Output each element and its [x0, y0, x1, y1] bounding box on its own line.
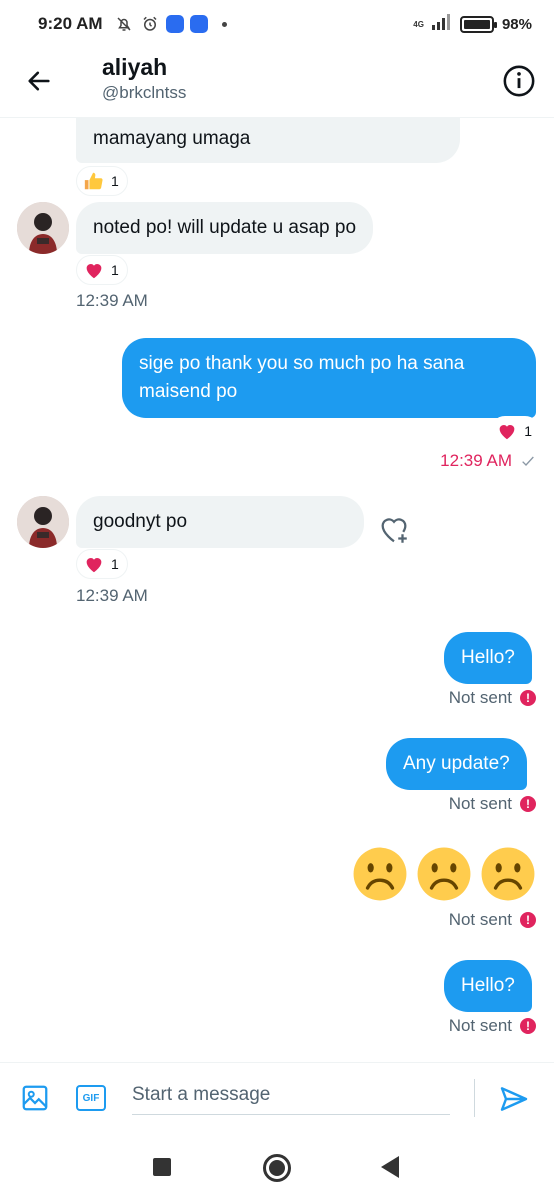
reaction-count: 1 — [111, 262, 119, 278]
signal-icon — [431, 14, 452, 35]
add-photo-button[interactable] — [20, 1083, 50, 1113]
heart-plus-icon — [381, 518, 407, 543]
message-text: sige po thank you so much po ha sana mai… — [139, 353, 465, 402]
home-button[interactable] — [263, 1154, 291, 1182]
status-text: Not sent — [448, 910, 512, 929]
status-icons-right: 4G 98% — [413, 14, 532, 35]
message-text: goodnyt po — [93, 511, 188, 532]
add-reaction-button[interactable] — [377, 513, 411, 547]
message-status: Not sent ! — [449, 688, 536, 708]
error-icon[interactable]: ! — [520, 912, 536, 928]
composer-divider — [474, 1079, 475, 1117]
contact-handle[interactable]: @brkclntss — [102, 83, 186, 103]
message-bubble-outgoing[interactable]: Hello? — [444, 632, 532, 684]
message-text: mamayang umaga — [93, 128, 251, 149]
contact-name[interactable]: aliyah — [102, 54, 167, 81]
message-timestamp: 12:39 AM — [76, 586, 148, 605]
message-status: Not sent ! — [449, 794, 536, 814]
recent-apps-button[interactable] — [153, 1158, 171, 1176]
gif-label: GIF — [82, 1092, 100, 1104]
info-icon — [503, 65, 535, 97]
message-text: Any update? — [403, 753, 510, 774]
message-text: noted po! will update u asap po — [93, 217, 357, 238]
image-icon — [22, 1085, 48, 1111]
conversation-header: aliyah @brkclntss — [0, 50, 554, 118]
message-input[interactable] — [132, 1075, 450, 1115]
error-icon[interactable]: ! — [520, 796, 536, 812]
status-text: Not sent — [448, 688, 512, 707]
message-bubble-outgoing[interactable]: sige po thank you so much po ha sana mai… — [122, 338, 536, 418]
network-type: 4G — [413, 19, 424, 29]
message-bubble-incoming[interactable]: noted po! will update u asap po — [76, 202, 374, 254]
status-bar: 9:20 AM 4G 98% — [0, 0, 554, 50]
status-time: 9:20 AM — [38, 14, 103, 33]
status-icons-left — [114, 14, 227, 34]
message-text: Hello? — [461, 975, 515, 996]
avatar[interactable] — [17, 202, 69, 254]
heart-icon — [86, 558, 102, 573]
reaction-pill[interactable]: 1 — [76, 166, 128, 196]
frowning-face-icon — [353, 847, 407, 901]
arrow-left-icon — [28, 71, 50, 91]
message-text: Hello? — [461, 647, 515, 668]
timestamp-text: 12:39 AM — [440, 451, 512, 470]
avatar[interactable] — [17, 496, 69, 548]
reaction-count: 1 — [524, 423, 532, 439]
status-text: Not sent — [448, 794, 512, 813]
message-bubble-incoming[interactable]: mamayang umaga — [76, 118, 460, 163]
error-icon[interactable]: ! — [520, 1018, 536, 1034]
battery-icon — [459, 16, 497, 33]
back-button[interactable] — [22, 64, 56, 98]
message-bubble-outgoing[interactable]: Any update? — [386, 738, 527, 790]
send-button[interactable] — [498, 1083, 530, 1115]
message-composer: GIF — [0, 1062, 554, 1134]
reaction-pill[interactable]: 1 — [490, 416, 540, 446]
reaction-pill[interactable]: 1 — [76, 549, 128, 579]
emoji-message[interactable] — [352, 846, 536, 902]
message-bubble-outgoing[interactable]: Hello? — [444, 960, 532, 1012]
reaction-count: 1 — [111, 556, 119, 572]
gif-button[interactable]: GIF — [76, 1085, 106, 1111]
reaction-pill[interactable]: 1 — [76, 255, 128, 285]
message-list[interactable]: mamayang umaga 1 noted po! will update u… — [0, 118, 554, 1062]
heart-icon — [86, 264, 102, 279]
app-notification-icon — [166, 15, 184, 33]
reaction-count: 1 — [111, 173, 119, 189]
thumbs-up-icon — [84, 172, 103, 190]
more-notifications-dot — [222, 21, 227, 27]
message-timestamp: 12:39 AM — [76, 291, 148, 310]
message-status: Not sent ! — [449, 910, 536, 930]
send-icon — [500, 1087, 528, 1111]
system-nav-bar — [0, 1134, 554, 1200]
info-button[interactable] — [502, 64, 536, 98]
message-status: Not sent ! — [449, 1016, 536, 1036]
message-timestamp: 12:39 AM — [440, 451, 536, 471]
app-notification-icon-2 — [190, 15, 208, 33]
heart-icon — [499, 425, 515, 440]
home-icon — [269, 1160, 285, 1176]
status-text: Not sent — [448, 1016, 512, 1035]
frowning-face-icon — [417, 847, 471, 901]
alarm-icon — [140, 14, 160, 34]
bell-off-icon — [114, 14, 134, 34]
checkmark-icon — [522, 456, 534, 466]
battery-percent: 98% — [501, 16, 532, 33]
error-icon[interactable]: ! — [520, 690, 536, 706]
message-bubble-incoming[interactable]: goodnyt po — [76, 496, 364, 548]
system-back-button[interactable] — [381, 1156, 399, 1178]
frowning-face-icon — [481, 847, 535, 901]
